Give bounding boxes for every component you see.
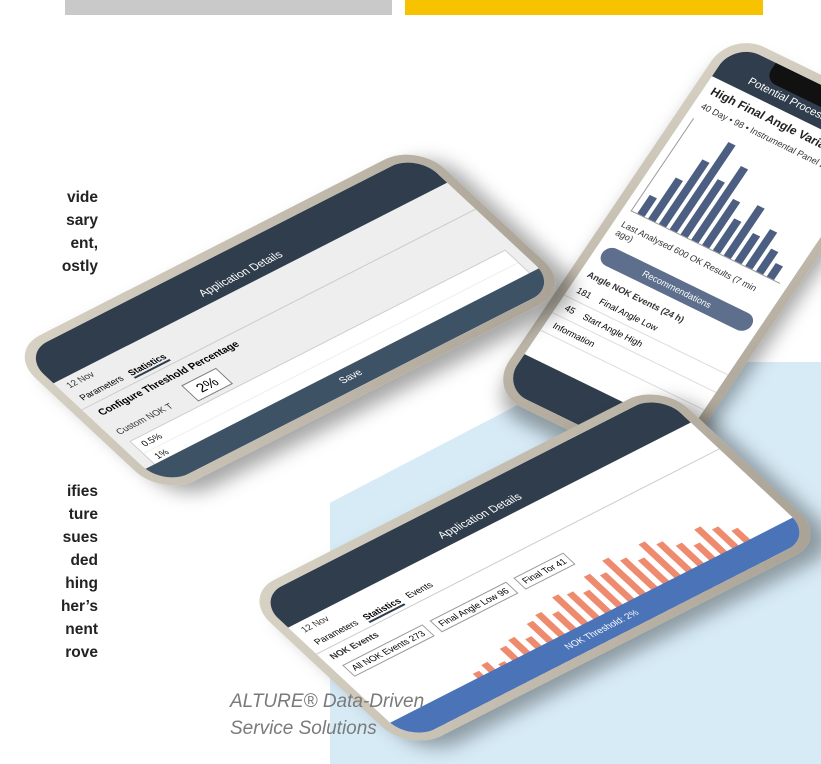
top-yellow-bar xyxy=(405,0,763,15)
text-line: ded xyxy=(70,552,98,569)
text-line: hing xyxy=(65,575,98,592)
caption-line-2: Service Solutions xyxy=(230,718,377,739)
caption: ALTURE® Data-Driven Service Solutions xyxy=(230,688,424,742)
text-line: ent, xyxy=(70,235,98,252)
text-line: nent xyxy=(65,621,98,638)
top-grey-bar xyxy=(65,0,392,15)
body-text-upper: vide sary ent, ostly xyxy=(62,186,98,278)
caption-line-1: ALTURE® Data-Driven xyxy=(230,691,425,712)
text-line: vide xyxy=(66,189,98,206)
event-count: 45 xyxy=(562,303,578,316)
event-count: 181 xyxy=(574,285,594,301)
text-line: sary xyxy=(66,212,98,229)
text-line: ture xyxy=(68,506,98,523)
text-line: ifies xyxy=(66,483,98,500)
text-line: sues xyxy=(62,529,98,546)
body-text-lower: ifies ture sues ded hing her’s nent rove xyxy=(61,480,98,664)
text-line: ostly xyxy=(61,258,98,275)
text-line: her’s xyxy=(60,598,98,615)
text-line: rove xyxy=(65,644,98,661)
